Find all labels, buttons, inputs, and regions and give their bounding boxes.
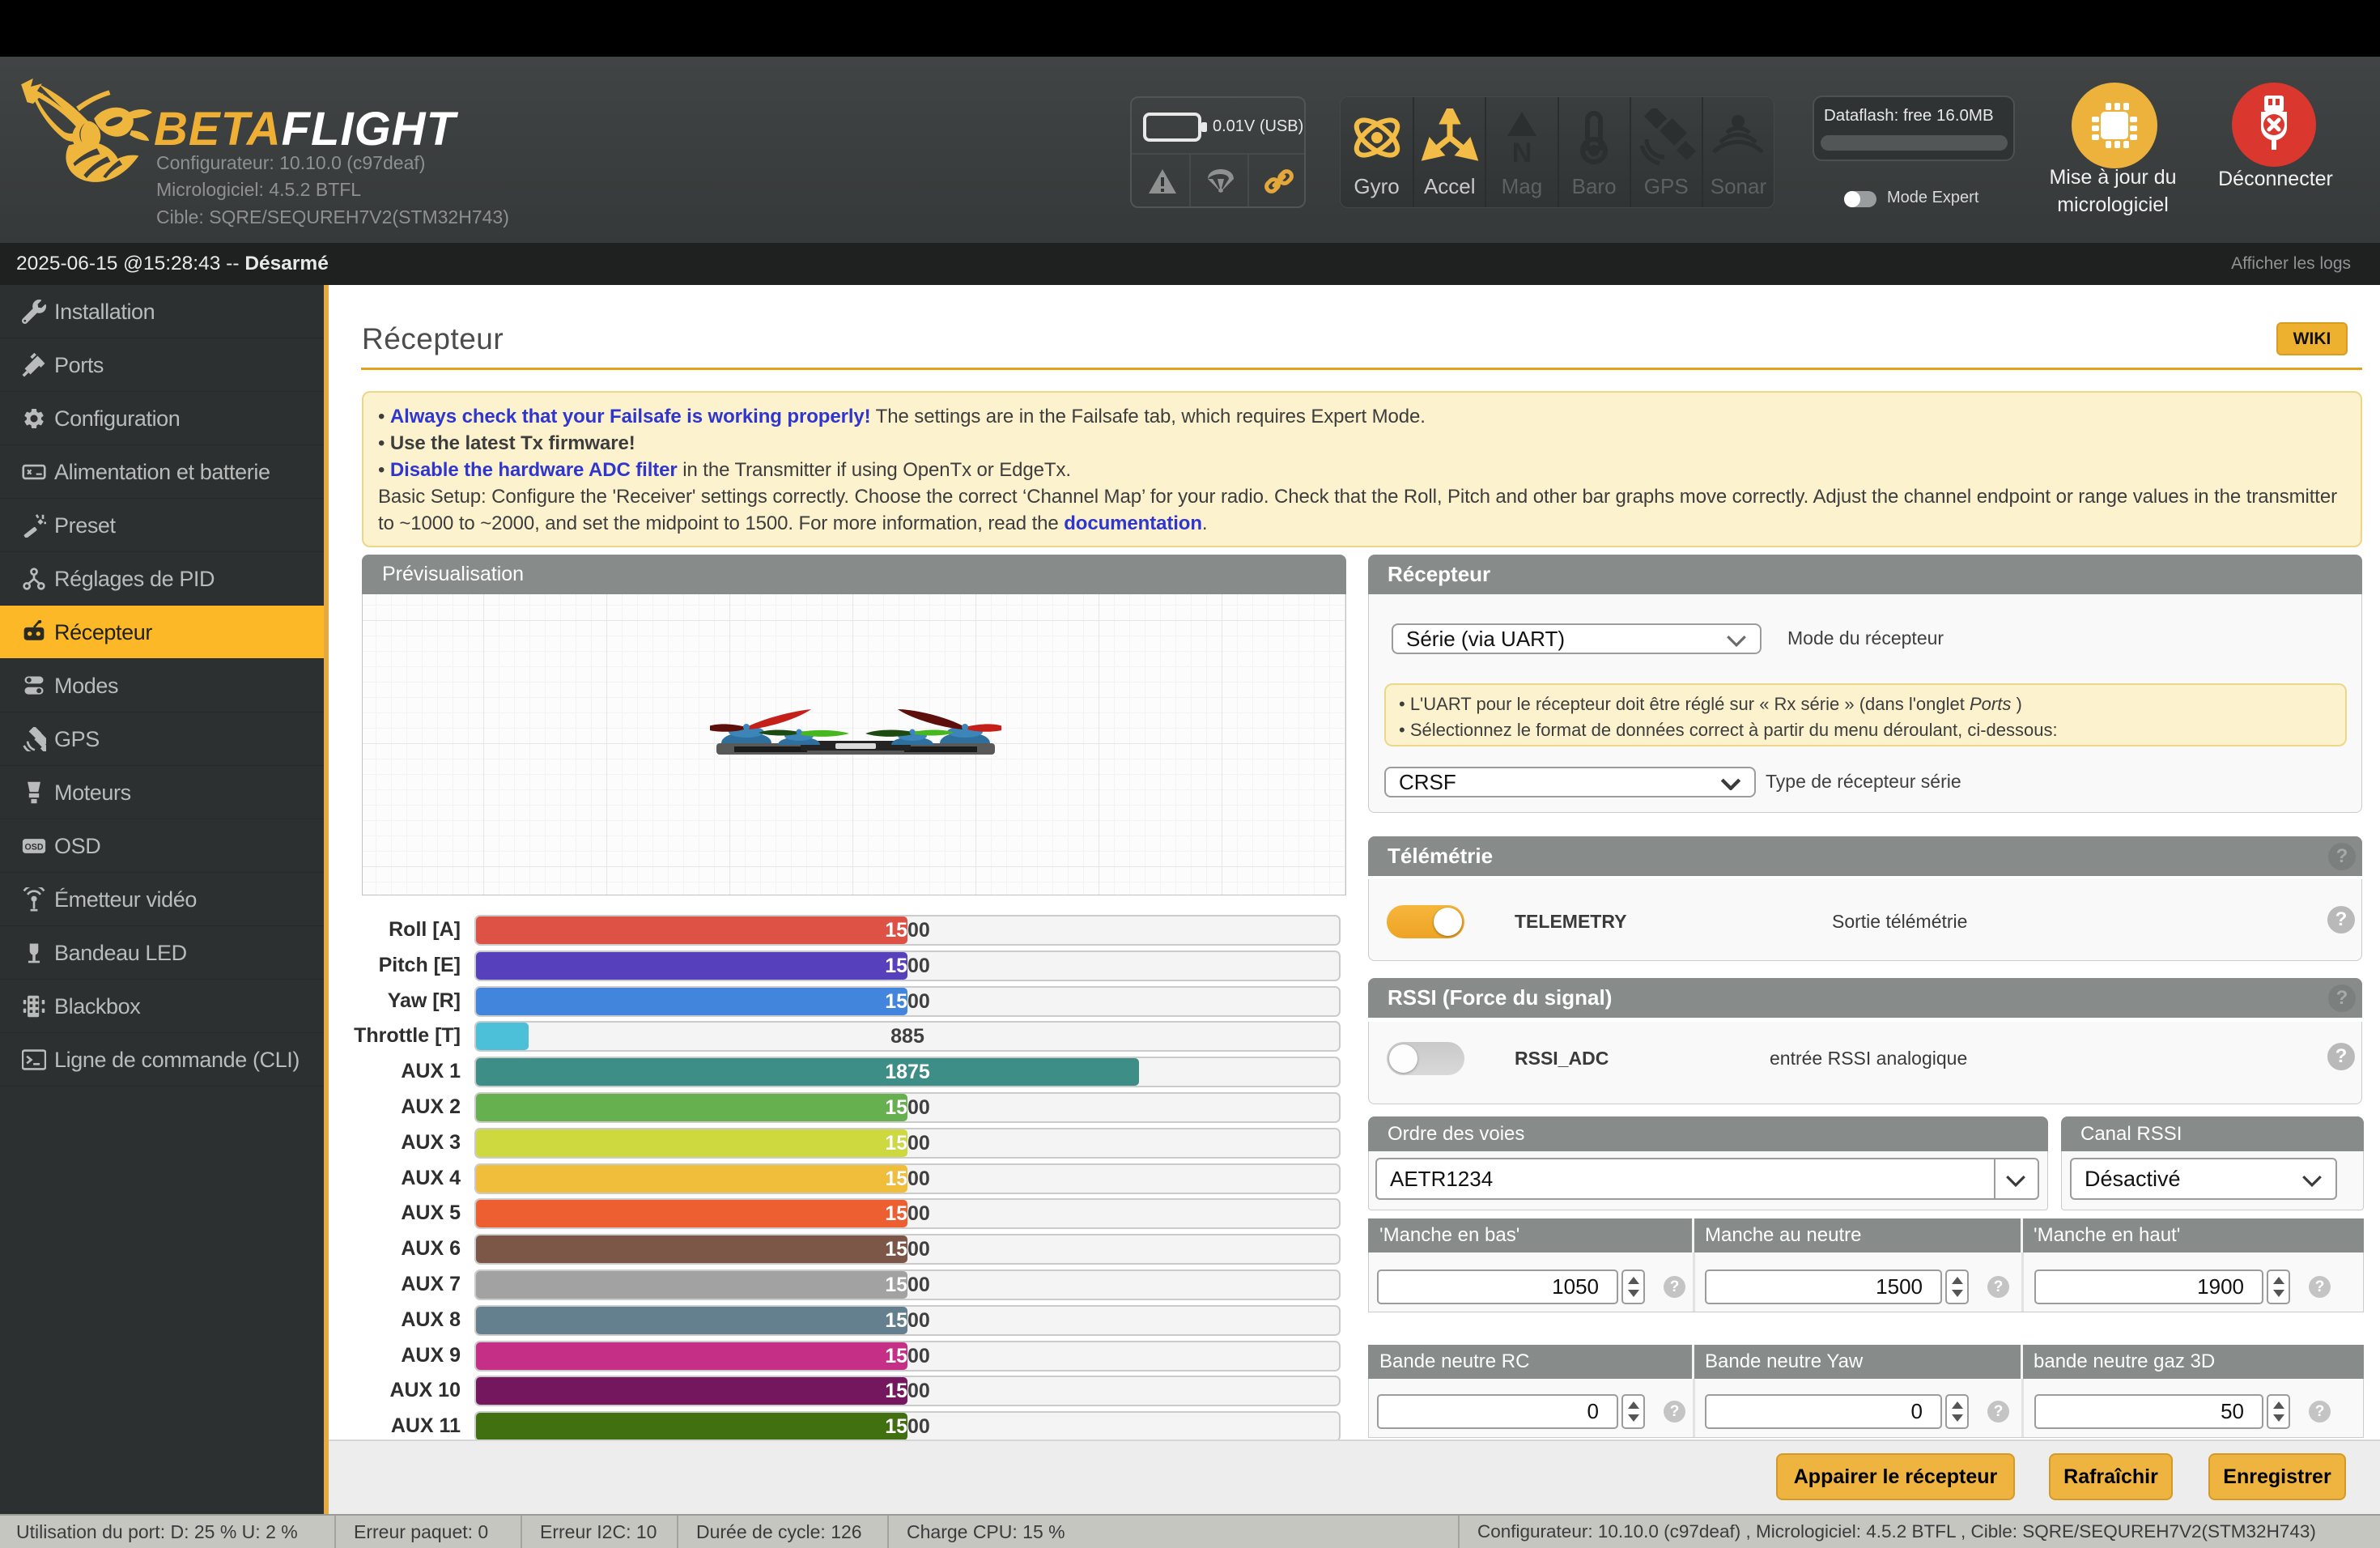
svg-text:OSD: OSD <box>25 842 44 852</box>
svg-text:N: N <box>1512 138 1532 167</box>
